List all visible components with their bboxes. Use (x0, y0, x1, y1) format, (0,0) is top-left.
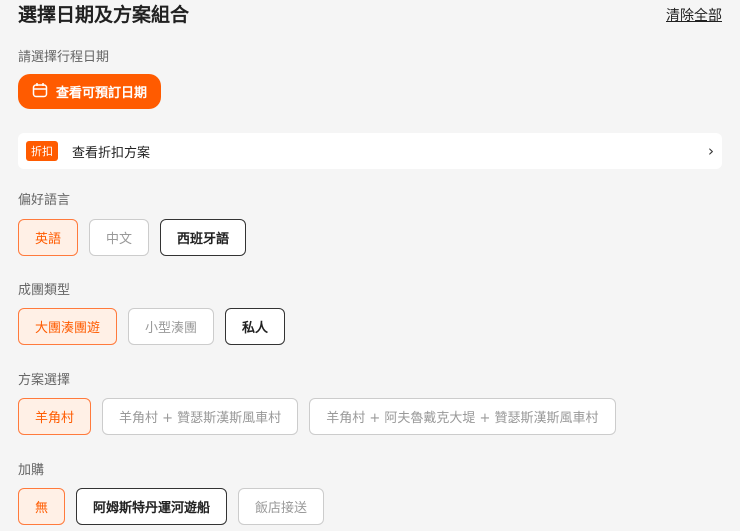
discount-plans-bar[interactable]: 折扣 查看折扣方案 › (18, 133, 722, 169)
date-label: 請選擇行程日期 (18, 50, 110, 65)
discount-badge: 折扣 (26, 141, 58, 161)
page-title: 選擇日期及方案組合 (18, 4, 190, 26)
group-type-label: 成團類型 (18, 283, 71, 298)
language-option[interactable]: 中文 (89, 219, 150, 256)
plan-options: 羊角村 羊角村 + 贊瑟斯漢斯風車村 羊角村 + 阿夫魯戴克大堤 + 贊瑟斯漢斯風車… (18, 398, 616, 435)
language-options: 英語 中文 西班牙語 (18, 219, 247, 256)
language-option[interactable]: 西班牙語 (160, 219, 247, 256)
add-on-option[interactable]: 阿姆斯特丹運河遊船 (76, 488, 228, 525)
group-type-options: 大團湊團遊 小型湊團 私人 (18, 308, 286, 345)
group-type-option[interactable]: 私人 (225, 308, 286, 345)
language-label: 偏好語言 (18, 193, 71, 208)
clear-all-link[interactable]: 清除全部 (666, 5, 722, 25)
view-available-dates-label: 查看可預訂日期 (56, 86, 148, 101)
language-option[interactable]: 英語 (18, 219, 79, 256)
calendar-icon (32, 82, 48, 102)
add-on-option[interactable]: 飯店接送 (238, 488, 325, 525)
plan-label: 方案選擇 (18, 373, 71, 388)
add-on-options: 無阿姆斯特丹運河遊船 飯店接送 (18, 488, 325, 525)
group-type-option[interactable]: 小型湊團 (128, 308, 215, 345)
chevron-right-icon: › (708, 142, 714, 160)
add-on-option[interactable]: 無 (18, 488, 66, 525)
group-type-option[interactable]: 大團湊團遊 (18, 308, 118, 345)
plan-option[interactable]: 羊角村 + 贊瑟斯漢斯風車村 (102, 398, 299, 435)
plan-option[interactable]: 羊角村 + 阿夫魯戴克大堤 + 贊瑟斯漢斯風車村 (309, 398, 616, 435)
discount-text: 查看折扣方案 (72, 145, 151, 161)
view-available-dates-button[interactable]: 查看可預訂日期 (18, 74, 162, 109)
plan-option[interactable]: 羊角村 (18, 398, 92, 435)
add-on-label: 加購 (18, 463, 45, 478)
